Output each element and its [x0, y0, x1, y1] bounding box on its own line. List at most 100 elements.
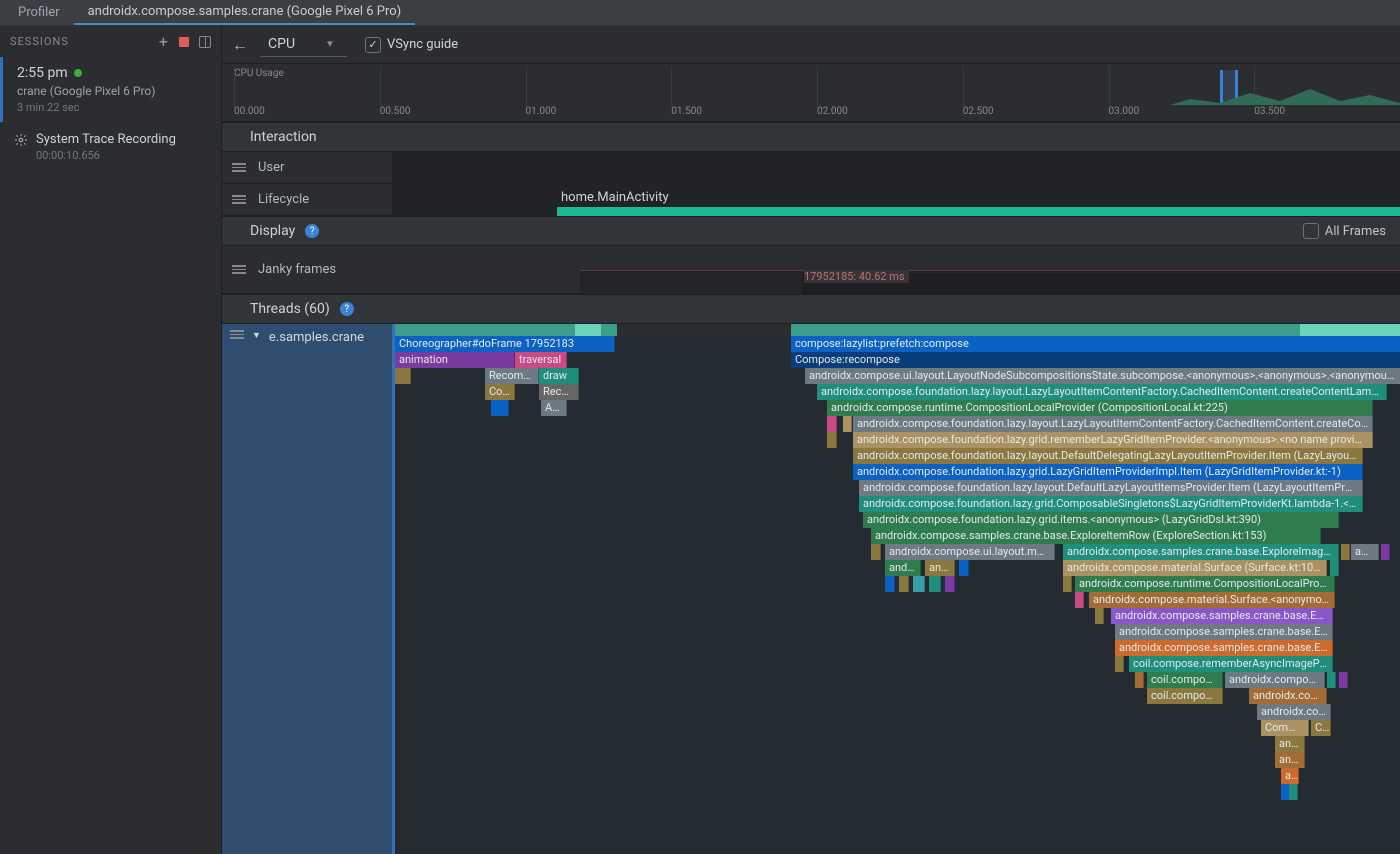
tab-active-process[interactable]: androidx.compose.samples.crane (Google P…	[74, 0, 416, 25]
back-icon[interactable]: ←	[232, 35, 248, 55]
display-section[interactable]: Display? All Frames	[222, 216, 1400, 246]
flame-frame[interactable]: animation	[395, 352, 515, 368]
flame-frame[interactable]: andr…	[925, 560, 955, 576]
flame-frame[interactable]: androidx.compose.u…	[1225, 672, 1325, 688]
lifecycle-event: home.MainActivity	[557, 188, 1400, 205]
flame-frame[interactable]: androidx.compose.samples.crane.base.Expl…	[871, 528, 1321, 544]
flame-frame[interactable]: androidx.compose.samples.crane.base.Expl…	[1115, 624, 1333, 640]
flame-frame[interactable]: androidx.compose.foundation.lazy.grid.Co…	[859, 496, 1363, 512]
all-frames-checkbox[interactable]: All Frames	[1303, 223, 1386, 239]
flame-chart[interactable]: Choreographer#doFrame 17952183 compose:la…	[392, 324, 1400, 854]
flame-frame[interactable]: Compose:recompose	[791, 352, 1400, 368]
source-dropdown[interactable]: CPU ▼	[260, 32, 347, 57]
flame-frame[interactable]	[929, 576, 941, 592]
flame-frame[interactable]	[1115, 656, 1124, 672]
flame-frame[interactable]: an…	[1275, 752, 1305, 768]
flame-frame[interactable]: an…	[1351, 544, 1379, 560]
user-track[interactable]: User	[222, 152, 1400, 184]
flame-frame[interactable]: androidx.compose.runtime.CompositionLoca…	[827, 400, 1373, 416]
flame-frame[interactable]: traversal	[515, 352, 567, 368]
flame-frame[interactable]: androidx.compose.foundation.lazy.grid.La…	[853, 464, 1363, 480]
flame-frame[interactable]	[1075, 592, 1084, 608]
flame-frame[interactable]: androidx.compose.material.Surface (Surfa…	[1063, 560, 1327, 576]
lifecycle-track[interactable]: Lifecycle home.MainActivity	[222, 184, 1400, 216]
flame-frame[interactable]	[945, 576, 955, 592]
flame-frame[interactable]: androidx.compose.runtime.CompositionLoca…	[1075, 576, 1335, 592]
flame-frame[interactable]	[395, 368, 411, 384]
flame-frame[interactable]	[913, 576, 925, 592]
flame-frame[interactable]: androidx.compose.samples.crane.base.Expl…	[1063, 544, 1339, 560]
flame-frame[interactable]: androidx.com…	[1257, 704, 1331, 720]
flame-frame[interactable]	[843, 416, 852, 432]
source-label: CPU	[268, 36, 295, 52]
threads-label: Threads (60)	[250, 301, 330, 317]
flame-frame[interactable]: C…	[1311, 720, 1331, 736]
flame-frame[interactable]: coil.compose.r…	[1147, 672, 1223, 688]
session-item[interactable]: 2:55 pm crane (Google Pixel 6 Pro) 3 min…	[0, 57, 221, 122]
flame-frame[interactable]: Choreographer#doFrame 17952183	[395, 336, 615, 352]
ruler-tick: 00.500	[380, 106, 411, 117]
flame-frame[interactable]	[1063, 576, 1072, 592]
cpu-minimap[interactable]: CPU Usage 00.00000.50001.00001.50002.000…	[222, 64, 1400, 122]
flame-frame[interactable]: coil.compose.r…	[1147, 688, 1223, 704]
flame-frame[interactable]: Co…	[485, 384, 515, 400]
flame-frame[interactable]: a…	[1281, 768, 1299, 784]
flame-frame[interactable]: compose:lazylist:prefetch:compose	[791, 336, 1400, 352]
tab-profiler[interactable]: Profiler	[4, 1, 74, 24]
flame-frame[interactable]	[1289, 784, 1298, 800]
vsync-checkbox[interactable]: ✓ VSync guide	[365, 37, 458, 53]
flame-frame[interactable]: androidx.compo…	[1249, 688, 1327, 704]
flame-frame[interactable]	[899, 576, 909, 592]
add-session-icon[interactable]: +	[159, 32, 169, 51]
flame-frame[interactable]: androidx.compose.foundation.lazy.grid.re…	[853, 432, 1373, 448]
flame-frame[interactable]	[1381, 544, 1390, 560]
flame-frame[interactable]: coil.compose.rememberAsyncImagePainter (…	[1129, 656, 1333, 672]
flame-frame[interactable]: androidx.compose.foundation.lazy.layout.…	[817, 384, 1387, 400]
janky-frame-badge[interactable]: 17952185: 40.62 ms	[804, 270, 909, 283]
flame-frame[interactable]	[959, 560, 969, 576]
flame-frame[interactable]: androidx.compose.foundation.lazy.grid.it…	[863, 512, 1339, 528]
help-icon[interactable]: ?	[340, 302, 354, 316]
flame-frame[interactable]: androidx.compose.ui.layout.m…	[885, 544, 1055, 560]
collapse-icon[interactable]: ▼	[252, 330, 261, 341]
flame-frame[interactable]: andr…	[885, 560, 921, 576]
flame-frame[interactable]: Recom…	[485, 368, 539, 384]
janky-frames-track[interactable]: Janky frames 17952185: 40.62 ms	[222, 246, 1400, 294]
flame-frame[interactable]	[1095, 608, 1104, 624]
flame-frame[interactable]	[827, 416, 837, 432]
flame-frame[interactable]: Com…	[1261, 720, 1309, 736]
janky-label: Janky frames	[258, 262, 336, 277]
flame-frame[interactable]: androidx.compose.foundation.lazy.layout.…	[853, 448, 1363, 464]
checkbox-unchecked-icon	[1303, 223, 1319, 239]
flame-frame[interactable]	[1330, 560, 1339, 576]
flame-frame[interactable]: androidx.compose.foundation.lazy.layout.…	[853, 416, 1373, 432]
flame-frame[interactable]	[827, 432, 837, 448]
threads-section[interactable]: Threads (60)?	[222, 294, 1400, 324]
thread-name: e.samples.crane	[269, 330, 364, 345]
flame-frame[interactable]	[1339, 672, 1348, 688]
flame-frame[interactable]: androidx.compose.material.Surface.<anony…	[1089, 592, 1335, 608]
layout-toggle-icon[interactable]	[199, 36, 211, 48]
thread-item[interactable]: ▼ e.samples.crane	[222, 324, 392, 854]
top-tab-bar: Profiler androidx.compose.samples.crane …	[0, 0, 1400, 26]
flame-frame[interactable]	[885, 576, 895, 592]
ruler-tick: 02.500	[963, 106, 994, 117]
flame-frame[interactable]	[491, 400, 509, 416]
trace-recording-item[interactable]: System Trace Recording	[0, 122, 221, 149]
flame-frame[interactable]: an…	[1275, 736, 1305, 752]
session-duration: 3 min 22 sec	[17, 101, 211, 114]
flame-frame[interactable]: draw	[539, 368, 579, 384]
interaction-section[interactable]: Interaction	[222, 122, 1400, 152]
flame-frame[interactable]	[1135, 672, 1144, 688]
flame-frame[interactable]	[871, 544, 881, 560]
help-icon[interactable]: ?	[305, 224, 319, 238]
flame-frame[interactable]: androidx.compose.samples.crane.base.Expl…	[1115, 640, 1333, 656]
flame-frame[interactable]: Rec…	[539, 384, 579, 400]
flame-frame[interactable]	[1341, 544, 1350, 560]
flame-frame[interactable]: androidx.compose.ui.layout.LayoutNodeSub…	[805, 368, 1400, 384]
flame-frame[interactable]: androidx.compose.foundation.lazy.layout.…	[859, 480, 1363, 496]
flame-frame[interactable]	[1327, 672, 1336, 688]
flame-frame[interactable]: A…	[541, 400, 567, 416]
stop-record-icon[interactable]	[179, 37, 189, 47]
flame-frame[interactable]: androidx.compose.samples.crane.base.Expl…	[1111, 608, 1333, 624]
